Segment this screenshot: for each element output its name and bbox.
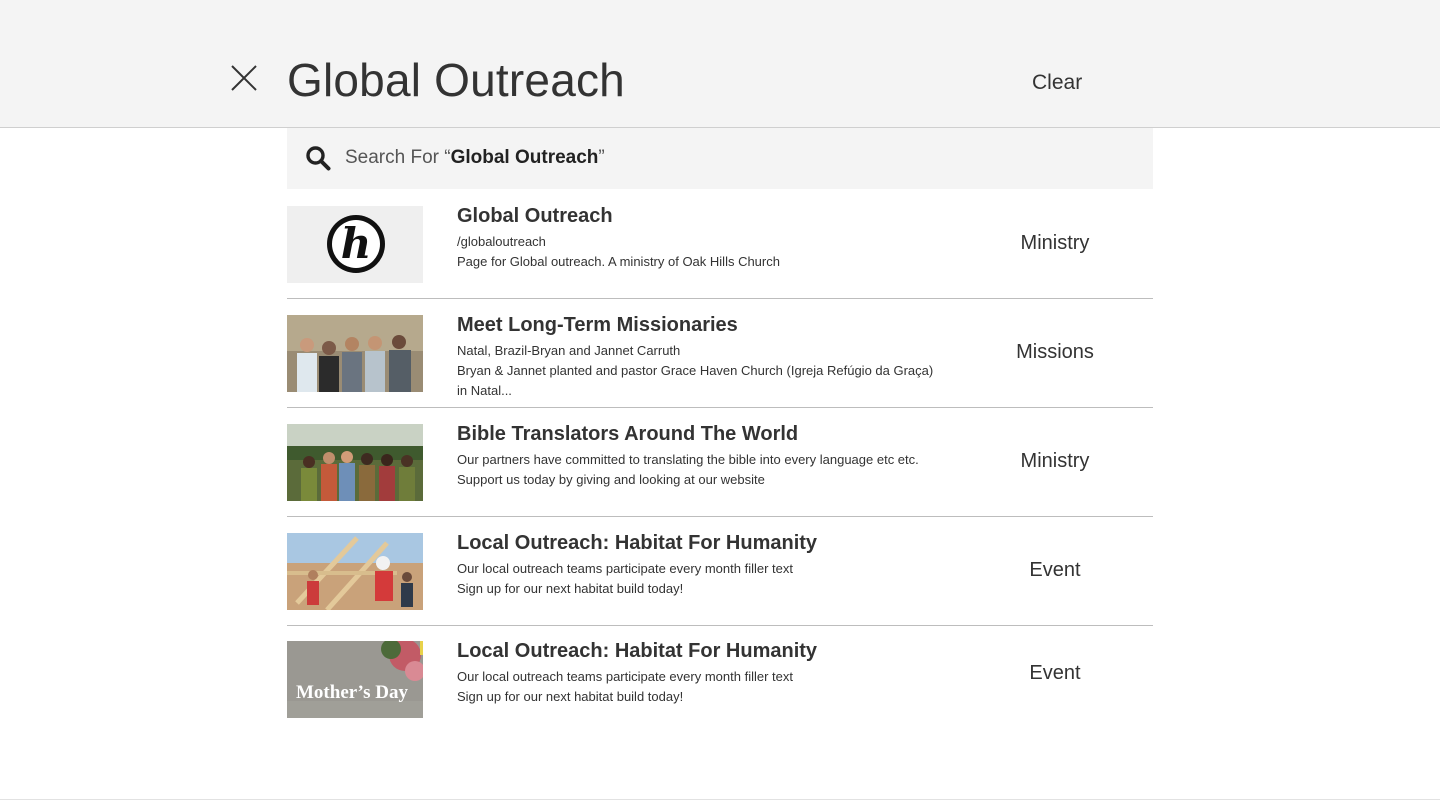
- translators-photo-icon: [287, 424, 423, 501]
- result-description: Our local outreach teams participate eve…: [457, 669, 793, 704]
- result-title[interactable]: Local Outreach: Habitat For Humanity: [457, 640, 817, 663]
- search-header: Global Outreach Clear: [0, 0, 1440, 128]
- result-thumbnail: Mother’s Day: [287, 641, 423, 718]
- page-divider: [0, 799, 1440, 800]
- search-results-list: h Global Outreach /globaloutreach Page f…: [287, 190, 1153, 728]
- church-logo-icon: h: [327, 215, 385, 273]
- result-category: Ministry: [1020, 450, 1090, 472]
- result-category: Event: [1029, 662, 1081, 684]
- close-icon[interactable]: [228, 62, 260, 94]
- result-category: Event: [1029, 559, 1081, 581]
- result-category: Ministry: [1020, 232, 1090, 254]
- result-title[interactable]: Local Outreach: Habitat For Humanity: [457, 532, 817, 555]
- result-row[interactable]: Meet Long-Term Missionaries Natal, Brazi…: [287, 299, 1153, 408]
- search-for-suggestion[interactable]: Search For “Global Outreach”: [287, 128, 1153, 189]
- missionaries-photo-icon: [287, 315, 423, 392]
- search-query-input[interactable]: Global Outreach: [287, 52, 625, 108]
- result-row[interactable]: h Global Outreach /globaloutreach Page f…: [287, 190, 1153, 299]
- result-thumbnail: [287, 315, 423, 392]
- result-title[interactable]: Bible Translators Around The World: [457, 423, 798, 446]
- habitat-build-photo-icon: [287, 533, 423, 610]
- result-description: Natal, Brazil-Bryan and Jannet Carruth B…: [457, 343, 934, 398]
- result-row[interactable]: Mother’s Day Local Outreach: Habitat For…: [287, 626, 1153, 728]
- result-title[interactable]: Meet Long-Term Missionaries: [457, 314, 738, 337]
- result-category: Missions: [1016, 341, 1094, 363]
- search-icon: [305, 145, 331, 171]
- result-description: /globaloutreach Page for Global outreach…: [457, 234, 780, 269]
- search-for-text: Search For “Global Outreach”: [345, 147, 605, 168]
- mothers-day-photo-icon: [287, 641, 423, 718]
- svg-text:h: h: [341, 219, 372, 268]
- result-thumbnail: [287, 424, 423, 501]
- result-row[interactable]: Bible Translators Around The World Our p…: [287, 408, 1153, 517]
- result-thumbnail: h: [287, 206, 423, 283]
- result-thumbnail: [287, 533, 423, 610]
- result-description: Our partners have committed to translati…: [457, 452, 919, 487]
- result-title[interactable]: Global Outreach: [457, 205, 613, 228]
- thumbnail-caption: Mother’s Day: [296, 682, 409, 703]
- search-term: Global Outreach: [450, 147, 599, 168]
- result-row[interactable]: Local Outreach: Habitat For Humanity Our…: [287, 517, 1153, 626]
- result-description: Our local outreach teams participate eve…: [457, 561, 793, 596]
- clear-button[interactable]: Clear: [1032, 71, 1082, 95]
